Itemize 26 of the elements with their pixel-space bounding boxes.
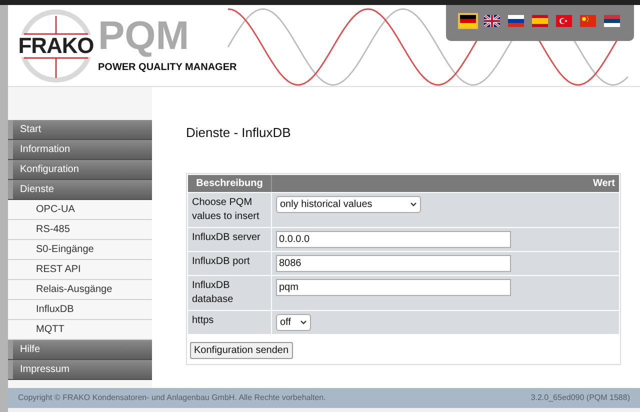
- product-subtitle: POWER QUALITY MANAGER: [98, 61, 237, 75]
- text-field[interactable]: 8086: [276, 254, 511, 272]
- nav-item[interactable]: Information: [8, 140, 152, 160]
- nav-item[interactable]: Dienste: [8, 180, 152, 200]
- nav-item[interactable]: Hilfe: [8, 340, 152, 360]
- text-field[interactable]: pqm: [276, 278, 511, 296]
- dropdown[interactable]: off: [276, 314, 311, 330]
- product-name: PQM: [98, 16, 190, 56]
- flag-icon[interactable]: [484, 15, 500, 27]
- chevron-down-icon: [300, 320, 307, 324]
- dropdown[interactable]: only historical values: [276, 196, 421, 212]
- text-field[interactable]: 0.0.0.0: [276, 230, 511, 248]
- brand-logo: FRAKO: [18, 34, 94, 56]
- submit-button[interactable]: Konfiguration senden: [190, 342, 293, 358]
- nav-item[interactable]: Impressum: [8, 360, 152, 380]
- flag-icon[interactable]: [604, 15, 620, 27]
- copyright-text: Copyright © FRAKO Kondensatoren- und Anlagenbau GmbH. Alle Rechte vorbehalten.: [18, 392, 326, 404]
- chevron-down-icon: [410, 202, 417, 206]
- nav-item[interactable]: Start: [8, 120, 152, 140]
- column-header: Wert: [592, 176, 616, 190]
- flag-icon[interactable]: [508, 15, 524, 27]
- flag-icon[interactable]: [460, 15, 476, 27]
- version-text: 3.2.0_65ed090 (PQM 1588): [530, 392, 630, 404]
- page-title: Dienste - InfluxDB: [186, 124, 292, 142]
- nav-item[interactable]: Konfiguration: [8, 160, 152, 180]
- row-label: https: [188, 310, 272, 334]
